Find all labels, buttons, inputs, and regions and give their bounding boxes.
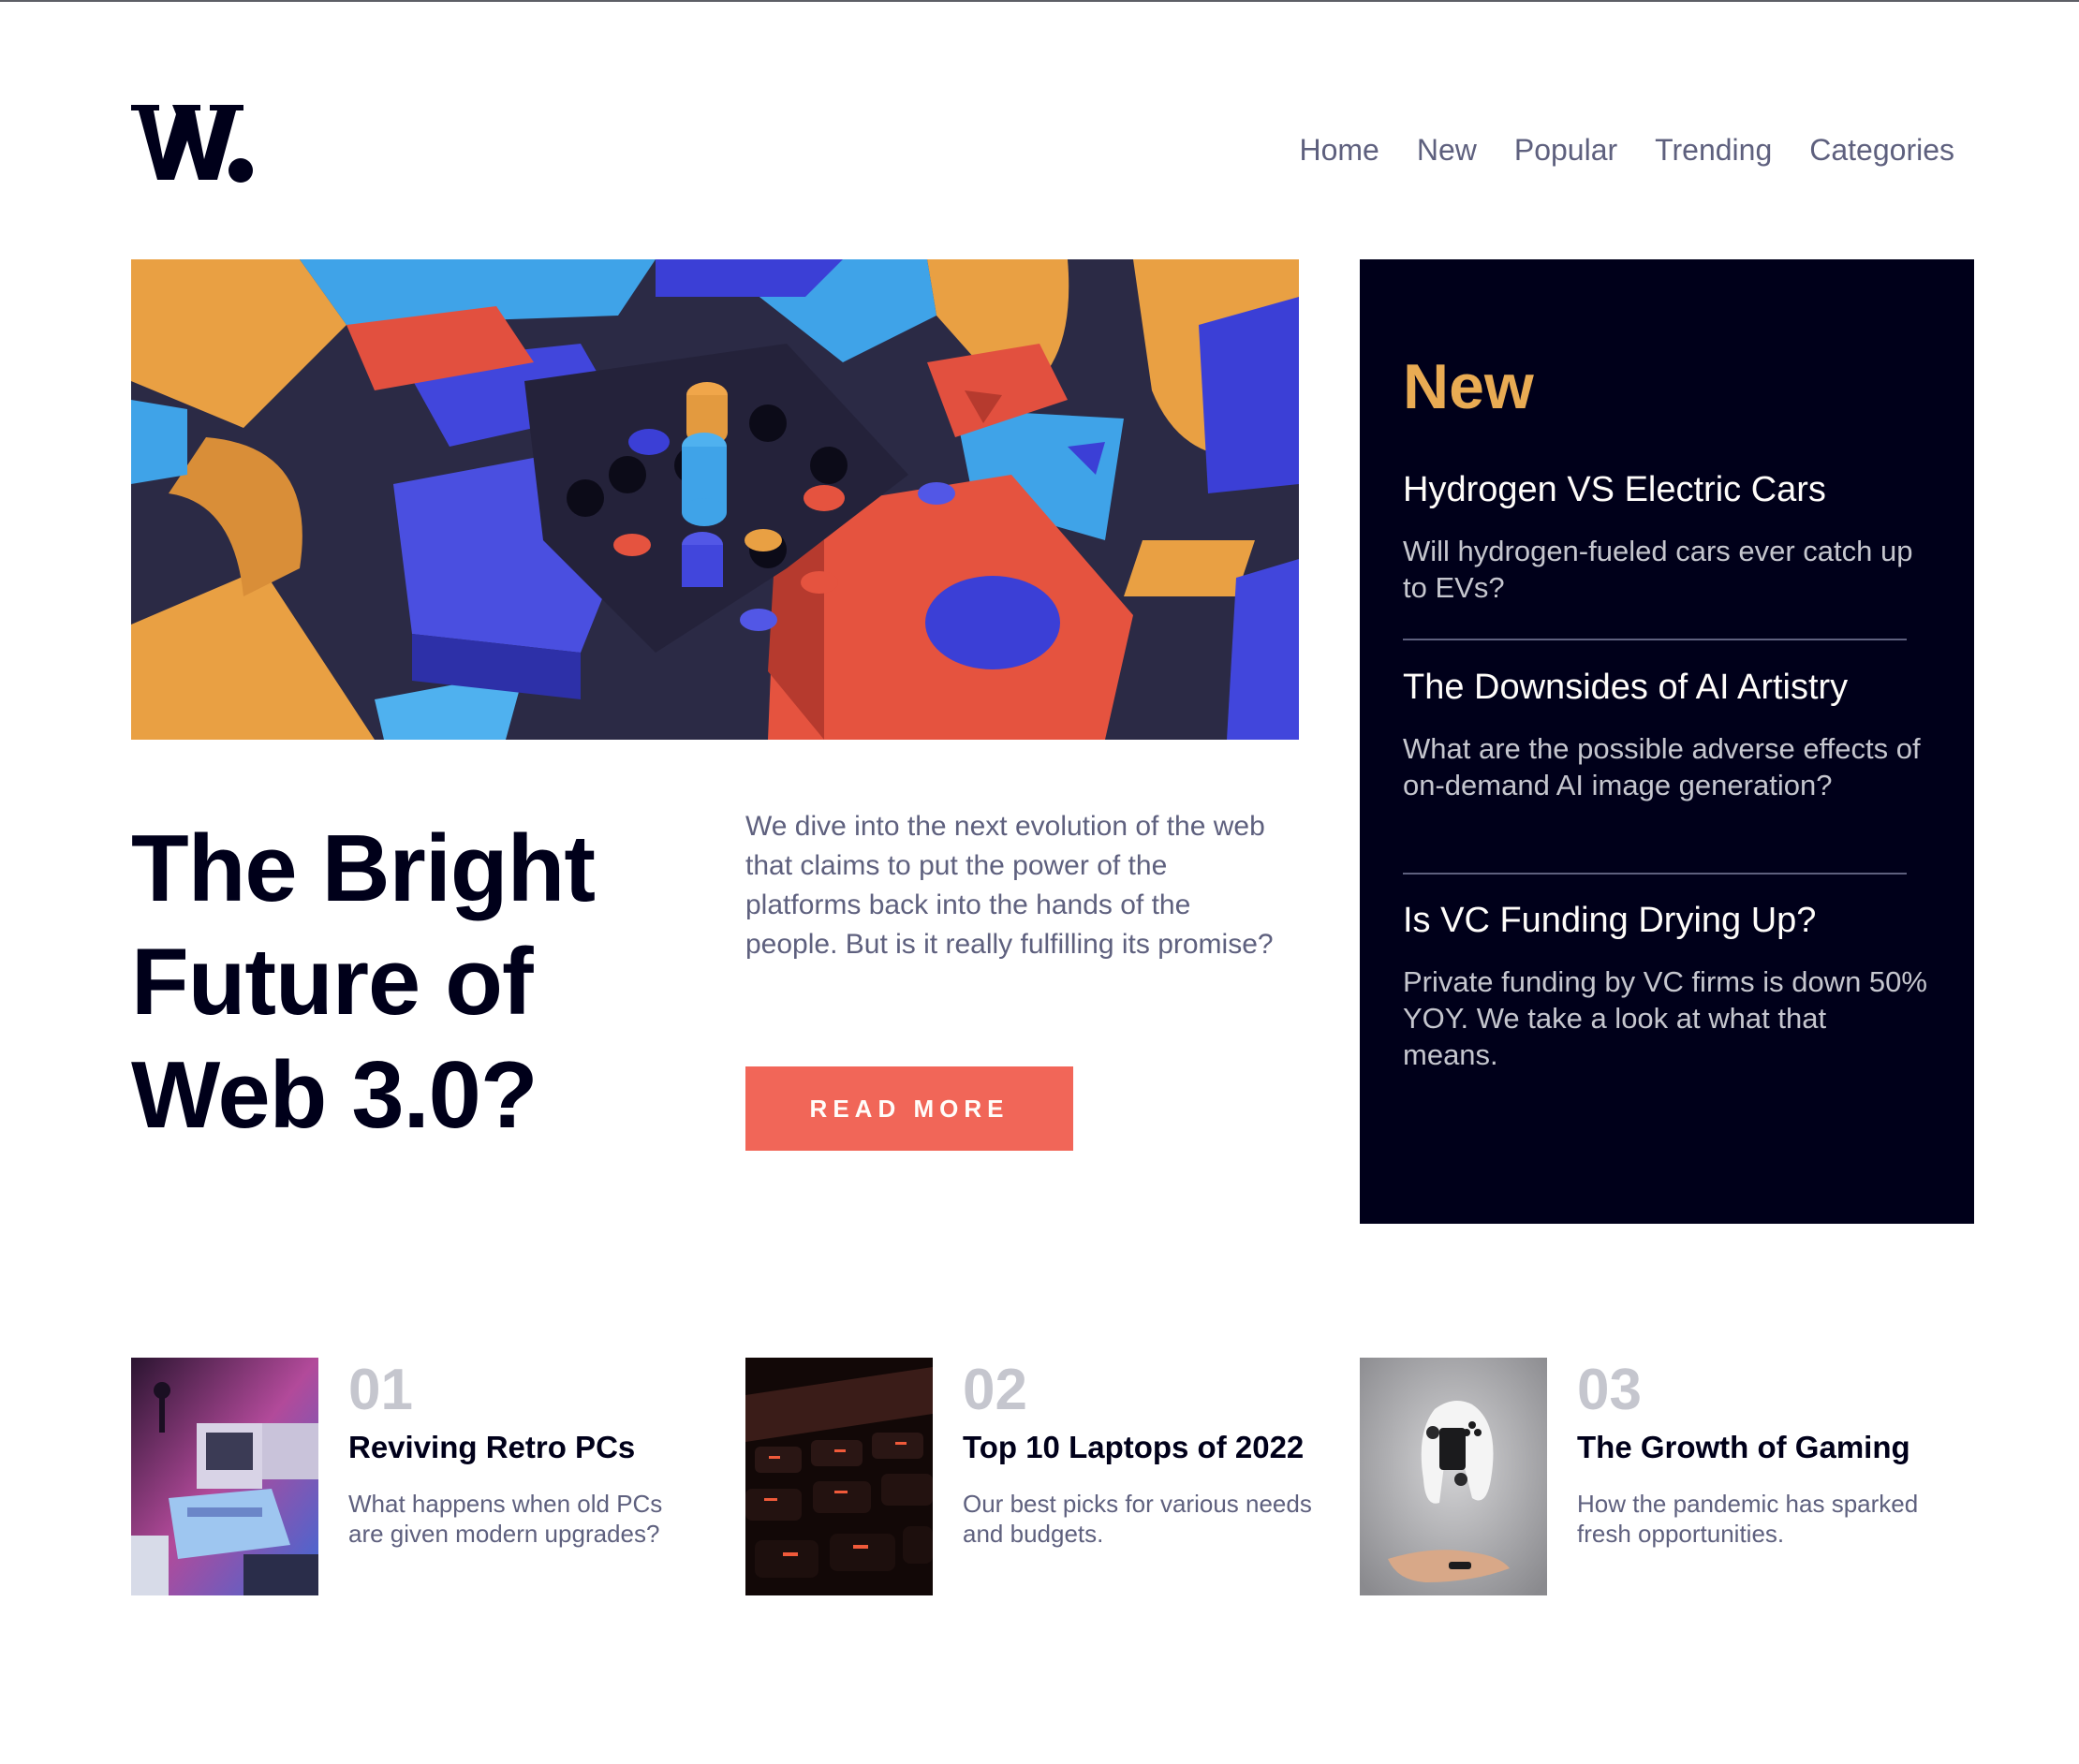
new-item-title[interactable]: Is VC Funding Drying Up? <box>1403 898 1927 943</box>
new-heading: New <box>1403 351 1534 422</box>
article-summary: Our best picks for various needs and bud… <box>963 1490 1312 1548</box>
nav-home[interactable]: Home <box>1299 127 1379 172</box>
nav-popular[interactable]: Popular <box>1514 127 1617 172</box>
article-number: 02 <box>963 1358 1027 1422</box>
article-card: 02 Top 10 Laptops of 2022 Our best picks… <box>745 1358 1326 1595</box>
new-item-summary: Will hydrogen-fueled cars ever catch up … <box>1403 535 1913 604</box>
nav-new[interactable]: New <box>1417 127 1477 172</box>
new-item: The Downsides of AI Artistry What are th… <box>1403 665 1927 803</box>
nav-categories[interactable]: Categories <box>1809 127 1954 172</box>
new-item-summary: What are the possible adverse effects of… <box>1403 732 1921 801</box>
new-item-title[interactable]: Hydrogen VS Electric Cars <box>1403 467 1927 512</box>
article-card: 03 The Growth of Gaming How the pandemic… <box>1360 1358 1940 1595</box>
hero-description: We dive into the next evolution of the w… <box>745 811 1274 960</box>
divider <box>1403 639 1907 640</box>
article-thumbnail[interactable] <box>745 1358 933 1595</box>
article-thumbnail[interactable] <box>131 1358 318 1595</box>
nav-trending[interactable]: Trending <box>1655 127 1772 172</box>
new-articles-panel: New Hydrogen VS Electric Cars Will hydro… <box>1360 259 1974 1224</box>
new-item: Is VC Funding Drying Up? Private funding… <box>1403 898 1927 1073</box>
article-number: 03 <box>1577 1358 1642 1422</box>
logo[interactable] <box>131 105 253 184</box>
article-number: 01 <box>348 1358 413 1422</box>
new-item-title[interactable]: The Downsides of AI Artistry <box>1403 665 1927 710</box>
hero-title: The Bright Future of Web 3.0? <box>131 816 596 1148</box>
top-border <box>0 0 2079 2</box>
article-summary: How the pandemic has sparked fresh oppor… <box>1577 1490 1919 1548</box>
article-thumbnail[interactable] <box>1360 1358 1547 1595</box>
hero-image <box>131 259 1299 740</box>
main-nav: Home New Popular Trending Categories <box>1299 127 1954 172</box>
new-item-summary: Private funding by VC firms is down 50% … <box>1403 965 1927 1071</box>
article-title[interactable]: Top 10 Laptops of 2022 <box>963 1427 1304 1468</box>
article-summary: What happens when old PCs are given mode… <box>348 1490 663 1548</box>
new-item: Hydrogen VS Electric Cars Will hydrogen-… <box>1403 467 1927 606</box>
divider <box>1403 873 1907 875</box>
article-title[interactable]: Reviving Retro PCs <box>348 1427 635 1468</box>
article-card: 01 Reviving Retro PCs What happens when … <box>131 1358 712 1595</box>
article-title[interactable]: The Growth of Gaming <box>1577 1427 1910 1468</box>
read-more-button[interactable]: READ MORE <box>745 1066 1073 1151</box>
